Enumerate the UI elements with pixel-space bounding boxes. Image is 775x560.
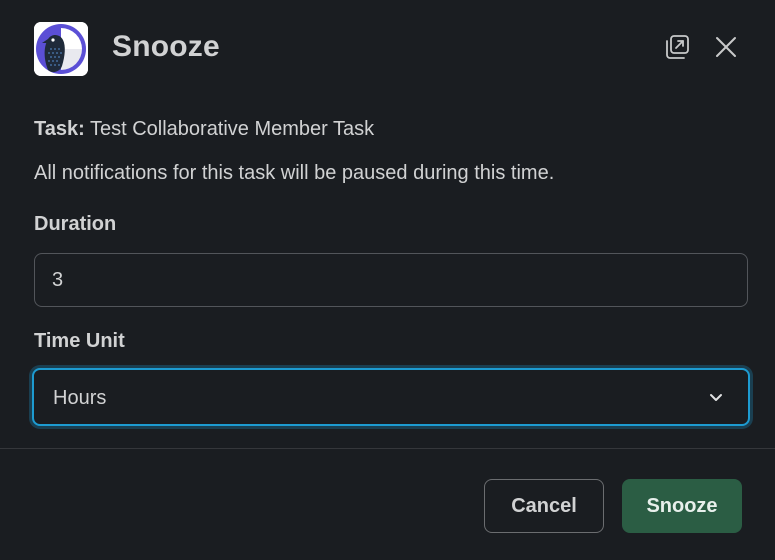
open-in-window-icon	[663, 33, 691, 66]
snooze-dialog: Snooze Task: Test Collaborative Member T…	[0, 0, 775, 560]
cancel-button[interactable]: Cancel	[484, 479, 604, 533]
footer-divider	[0, 448, 775, 449]
close-button[interactable]	[711, 32, 741, 66]
snooze-submit-button[interactable]: Snooze	[622, 479, 742, 533]
task-line: Task: Test Collaborative Member Task	[34, 118, 374, 141]
time-unit-label: Time Unit	[34, 330, 125, 352]
task-name: Test Collaborative Member Task	[89, 118, 375, 140]
dialog-header: Snooze	[0, 0, 775, 100]
popout-button[interactable]	[662, 32, 692, 66]
time-unit-selected-value: Hours	[53, 387, 107, 409]
snooze-description: All notifications for this task will be …	[34, 162, 555, 184]
dialog-title: Snooze	[112, 30, 220, 63]
task-key-label: Task:	[34, 118, 85, 140]
chevron-down-icon	[708, 389, 724, 405]
time-unit-select[interactable]: Hours	[32, 368, 750, 426]
duration-input[interactable]	[34, 253, 748, 307]
duration-label: Duration	[34, 213, 117, 235]
bird-logo-icon	[34, 22, 88, 76]
close-icon	[714, 35, 738, 64]
